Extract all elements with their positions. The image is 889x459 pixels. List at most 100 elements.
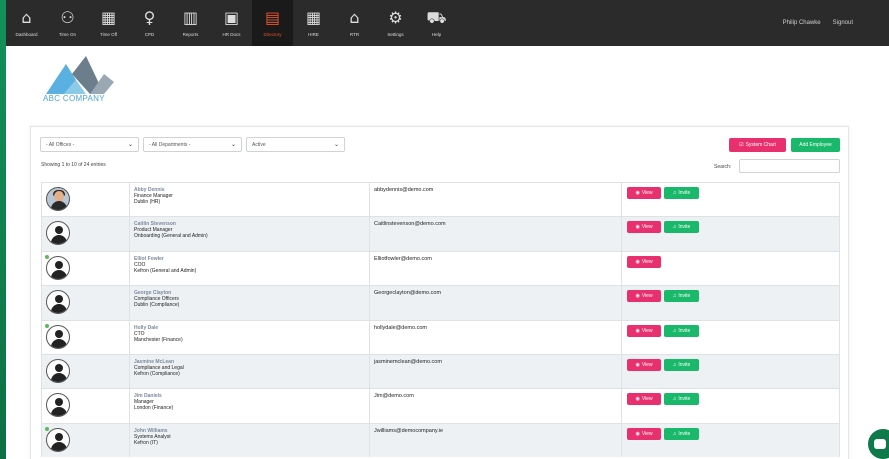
nav-item-hire[interactable]: ▦ HIRE (293, 0, 334, 46)
office-filter[interactable]: - All Offices - ⌄ (40, 137, 139, 152)
avatar-cell (41, 183, 130, 217)
avatar[interactable] (46, 358, 70, 383)
nav-item-label: Directory (263, 32, 282, 37)
view-label: View (641, 430, 653, 437)
avatar[interactable] (46, 290, 70, 315)
employee-email: Caitlinstevenson@demo.com (370, 217, 622, 251)
avatar[interactable] (46, 221, 70, 246)
employee-location: Manchester (Finance) (134, 336, 183, 343)
invite-label: Invite (678, 293, 691, 300)
employee-info: John Williams Systems Analyst Kefron (IT) (130, 423, 370, 458)
user-name[interactable]: Philip Chawke (783, 20, 821, 26)
view-label: View (641, 224, 653, 231)
avatar[interactable] (46, 427, 70, 452)
invite-label: Invite (678, 396, 691, 403)
view-button[interactable]: ◉ View (627, 393, 661, 406)
row-actions: ◉ View ♫ Invite (622, 183, 840, 217)
view-button[interactable]: ◉ View (627, 255, 661, 268)
nav-item-dashboard[interactable]: ⌂ Dashboard (6, 0, 47, 46)
row-actions: ◉ View ♫ Invite (622, 389, 840, 423)
employee-email: hollydale@demo.com (370, 320, 622, 354)
employee-location: Kefron (General and Admin) (134, 267, 197, 274)
eye-icon: ◉ (635, 258, 640, 265)
row-actions: ◉ View ♫ Invite (622, 286, 840, 320)
view-label: View (641, 190, 653, 196)
view-button[interactable]: ◉ View (627, 427, 661, 440)
hr-docs-icon: ▣ (223, 8, 240, 27)
directory-icon: ▤ (264, 8, 281, 27)
nav-item-settings[interactable]: ⚙ Settings (375, 0, 416, 46)
department-filter-value: - All Departments - (149, 141, 191, 148)
avatar[interactable] (46, 324, 70, 349)
view-label: View (641, 327, 653, 334)
view-button[interactable]: ◉ View (627, 324, 661, 337)
nav-item-rtr[interactable]: ⌂ RTR (334, 0, 375, 46)
invite-label: Invite (678, 361, 691, 368)
employee-location: Dublin (HR) (134, 199, 161, 205)
table-row: Elliot Fowler COO Kefron (General and Admi… (41, 250, 840, 286)
eye-icon: ◉ (635, 327, 640, 334)
time-off-icon: ▦ (100, 8, 117, 27)
invite-button[interactable]: ♫ Invite (664, 427, 699, 440)
view-button[interactable]: ◉ View (627, 358, 661, 371)
nav-item-directory[interactable]: ▤ Directory (252, 0, 293, 46)
invite-button[interactable]: ♫ Invite (664, 221, 699, 234)
nav-item-hr-docs[interactable]: ▣ HR Docs (211, 0, 252, 46)
avatar-cell (41, 286, 130, 320)
invite-button[interactable]: ♫ Invite (664, 187, 699, 199)
nav-item-label: Reports (182, 32, 199, 37)
avatar[interactable] (46, 187, 70, 211)
eye-icon: ◉ (635, 224, 640, 231)
avatar[interactable] (46, 393, 70, 418)
row-actions: ◉ View ♫ Invite (622, 217, 840, 251)
nav-item-label: Time Off (99, 32, 117, 37)
office-filter-value: - All Offices - (46, 141, 75, 148)
avatar-cell (41, 423, 130, 458)
avatar[interactable] (46, 255, 70, 280)
nav-item-help[interactable]: ⛟ Help (416, 0, 457, 46)
employee-location: Dublin (Compliance) (134, 302, 180, 309)
company-name: ABC COMPANY (43, 94, 105, 103)
invite-button[interactable]: ♫ Invite (664, 393, 699, 406)
invite-label: Invite (678, 327, 691, 334)
employee-table: Abby Dennis Finance Manager Dublin (HR) abb… (41, 182, 840, 458)
employee-info: Holly Dale CTO Manchester (Finance) (130, 320, 370, 354)
nav-item-label: Help (431, 32, 442, 37)
search-input[interactable] (739, 159, 840, 173)
nav-item-label: Dashboard (15, 32, 38, 37)
row-actions: ◉ View ♫ Invite (622, 320, 840, 354)
status-filter[interactable]: Active ⌄ (246, 137, 345, 152)
system-chart-button[interactable]: ☑ System Chart (729, 138, 786, 152)
view-button[interactable]: ◉ View (627, 221, 661, 234)
nav-item-cpd[interactable]: ♀ CPD (129, 0, 170, 46)
invite-button[interactable]: ♫ Invite (664, 290, 699, 303)
employee-info: Jim Daniels Manager London (Finance) (130, 389, 370, 423)
avatar-cell (41, 389, 130, 423)
add-employee-button[interactable]: Add Employee (791, 138, 840, 152)
invite-button[interactable]: ♫ Invite (664, 324, 699, 337)
row-actions: ◉ View ♫ Invite (622, 354, 840, 389)
add-employee-label: Add Employee (799, 142, 832, 148)
hire-icon: ▦ (305, 8, 322, 27)
view-label: View (641, 258, 653, 265)
nav-item-time-on[interactable]: ⚇ Time On (47, 0, 88, 46)
employee-location: Onboarding (General and Admin) (134, 233, 208, 240)
view-button[interactable]: ◉ View (627, 290, 661, 303)
employee-email: Jim@demo.com (370, 389, 622, 423)
nav-item-time-off[interactable]: ▦ Time Off (88, 0, 129, 46)
system-chart-label: System Chart (745, 142, 776, 148)
chat-icon (874, 439, 886, 449)
nav-item-reports[interactable]: ▥ Reports (170, 0, 211, 46)
invite-button[interactable]: ♫ Invite (664, 358, 699, 371)
entries-info: Showing 1 to 10 of 24 entries (41, 162, 106, 168)
department-filter[interactable]: - All Departments - ⌄ (143, 137, 242, 152)
chevron-down-icon: ⌄ (230, 141, 236, 148)
reports-icon: ▥ (182, 8, 199, 27)
view-button[interactable]: ◉ View (627, 187, 661, 199)
nav-item-label: HR Docs (222, 32, 241, 37)
signout-link[interactable]: Signout (833, 20, 853, 26)
eye-icon: ◉ (635, 396, 640, 403)
chart-icon: ☑ (739, 142, 744, 148)
online-status-dot (45, 254, 49, 259)
nav-item-label: CPD (144, 32, 155, 37)
